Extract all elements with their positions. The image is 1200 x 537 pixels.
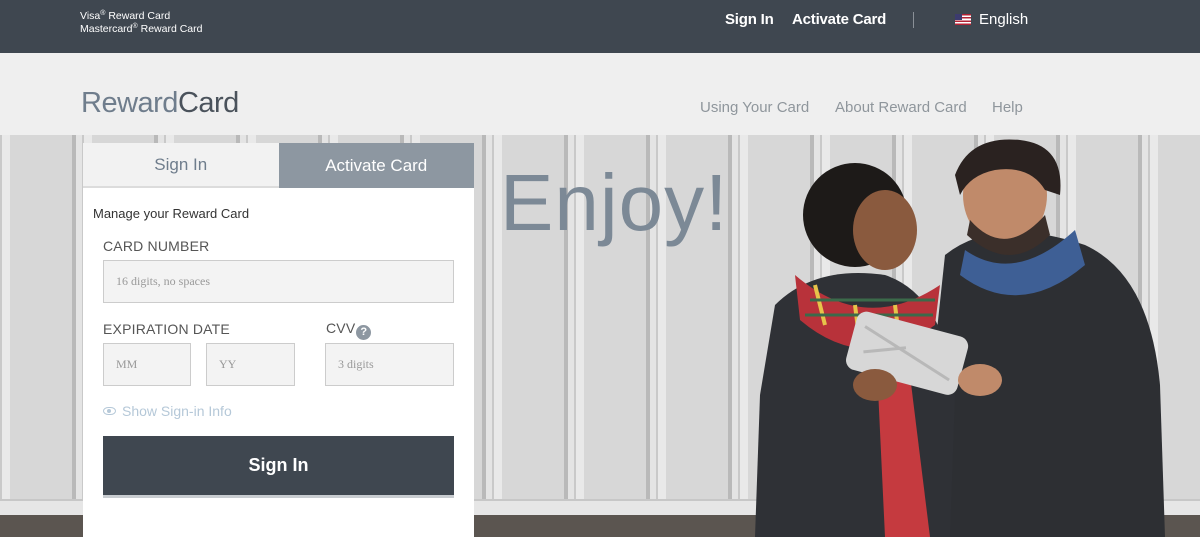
tab-signin[interactable]: Sign In	[83, 143, 279, 188]
expiration-year-input[interactable]: YY	[206, 343, 295, 386]
top-signin-link[interactable]: Sign In	[725, 11, 774, 28]
show-signin-info-toggle[interactable]: Show Sign-in Info	[103, 403, 232, 419]
card-brands: Visa® Reward Card Mastercard® Reward Car…	[80, 10, 203, 35]
top-bar: Visa® Reward Card Mastercard® Reward Car…	[0, 0, 1200, 53]
signin-panel: Sign In Activate Card Manage your Reward…	[83, 143, 474, 537]
us-flag-icon	[955, 14, 971, 25]
tab-activate-card[interactable]: Activate Card	[278, 143, 474, 188]
visa-label: Visa	[80, 10, 101, 22]
couple-with-gift-image	[755, 139, 1165, 537]
nav-about-reward-card[interactable]: About Reward Card	[835, 99, 967, 116]
language-selector[interactable]: English	[955, 11, 1028, 28]
panel-tabs: Sign In Activate Card	[83, 143, 474, 188]
signin-button[interactable]: Sign In	[103, 436, 454, 498]
nav-using-your-card[interactable]: Using Your Card	[700, 99, 809, 116]
top-activate-link[interactable]: Activate Card	[792, 11, 886, 28]
expiration-date-label: EXPIRATION DATE	[103, 321, 230, 337]
help-icon[interactable]: ?	[356, 324, 372, 340]
eye-icon	[103, 407, 116, 415]
cvv-label: CVV	[326, 320, 356, 336]
card-number-input[interactable]: 16 digits, no spaces	[103, 260, 454, 303]
cvv-label-group: CVV?	[326, 320, 372, 340]
hero-headline: Enjoy!	[500, 158, 729, 247]
expiration-month-input[interactable]: MM	[103, 343, 191, 386]
show-signin-info-label: Show Sign-in Info	[122, 403, 232, 419]
cvv-input[interactable]: 3 digits	[325, 343, 454, 386]
divider	[913, 12, 914, 28]
mastercard-label: Mastercard	[80, 23, 133, 35]
manage-heading: Manage your Reward Card	[93, 206, 250, 221]
site-header: RewardCard Using Your Card About Reward …	[0, 53, 1200, 135]
nav-help[interactable]: Help	[992, 99, 1023, 116]
reward-card-logo[interactable]: RewardCard	[81, 87, 239, 119]
card-number-label: CARD NUMBER	[103, 238, 210, 254]
language-label: English	[979, 11, 1029, 28]
